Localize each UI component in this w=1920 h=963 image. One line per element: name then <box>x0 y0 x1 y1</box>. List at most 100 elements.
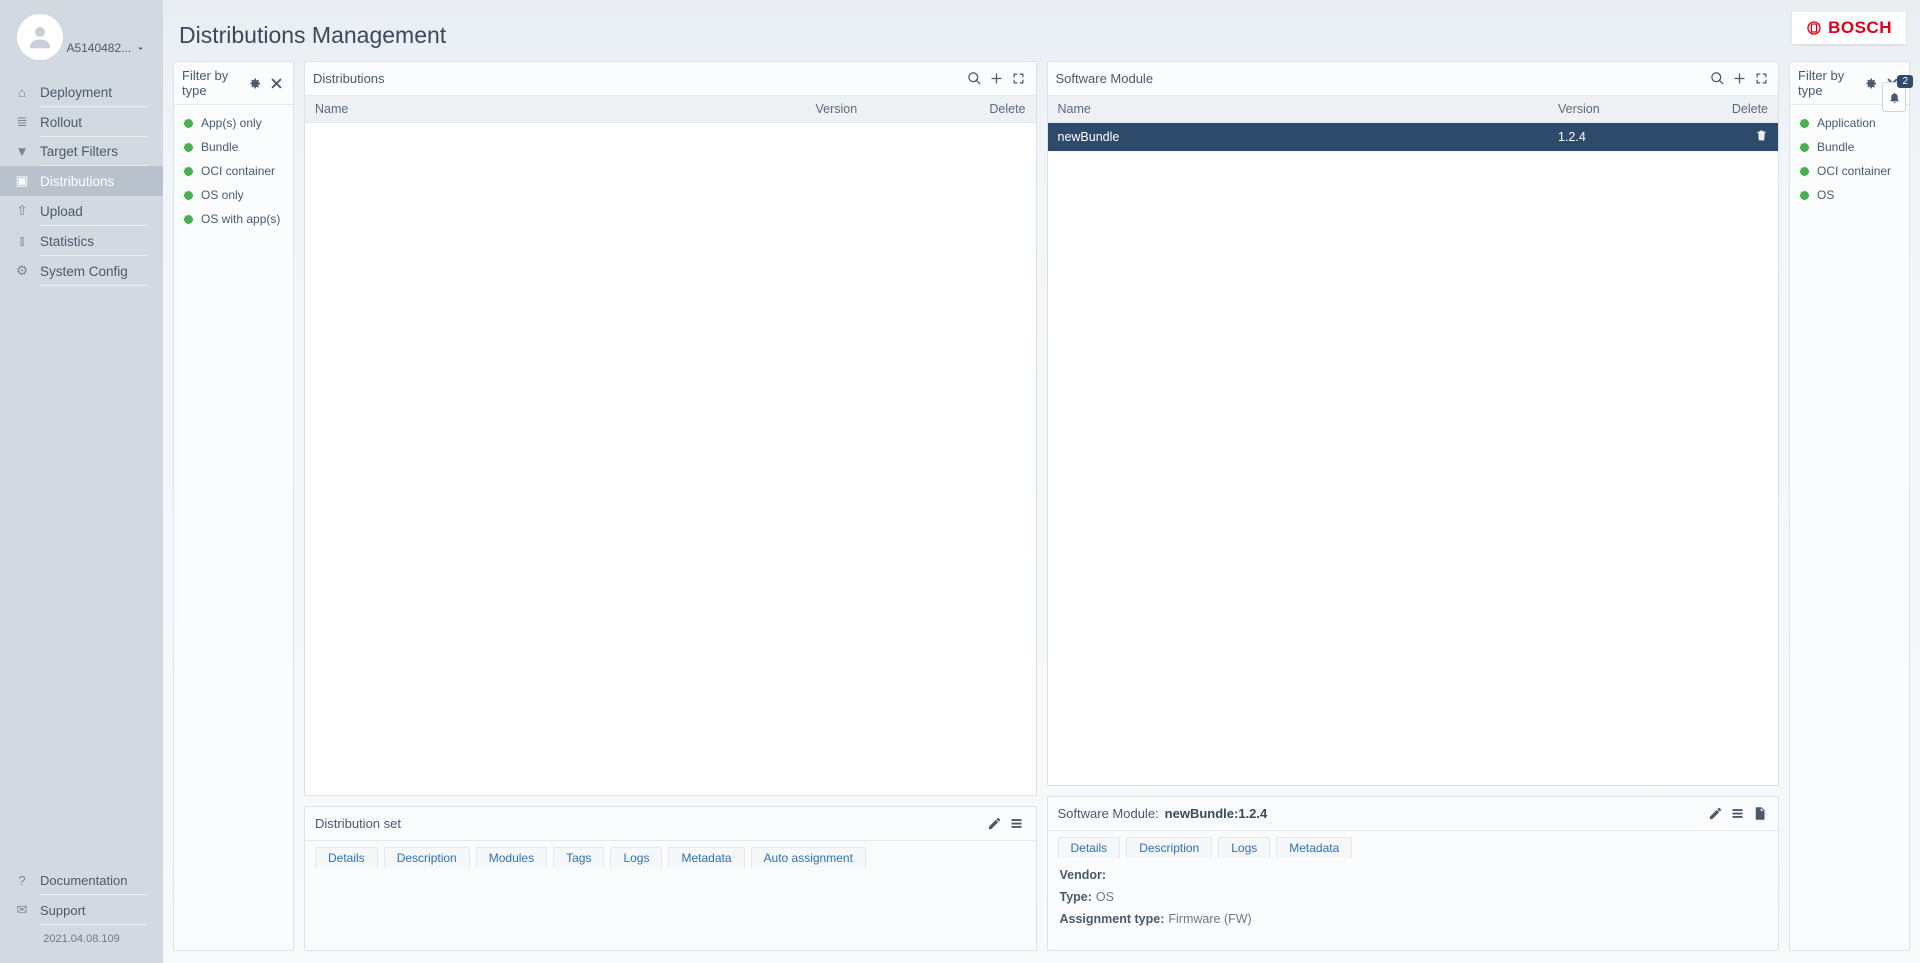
nav-statistics[interactable]: ⫾Statistics <box>0 226 163 256</box>
dist-detail-edit[interactable] <box>986 815 1004 833</box>
bell-icon <box>1888 91 1901 104</box>
filter-item[interactable]: App(s) only <box>174 111 293 135</box>
softmod-expand[interactable] <box>1752 70 1770 88</box>
col-delete: Delete <box>976 96 1036 122</box>
filter-item[interactable]: OS <box>1790 183 1909 207</box>
nav-support[interactable]: ✉Support <box>0 895 163 925</box>
avatar[interactable] <box>17 14 63 60</box>
pencil-icon <box>1708 806 1723 821</box>
col-name[interactable]: Name <box>1048 96 1549 122</box>
filter-item-label: OS only <box>201 188 244 202</box>
tab[interactable]: Modules <box>476 847 547 868</box>
row-name: newBundle <box>1048 124 1549 150</box>
left-filter-panel: Filter by type App(s) only Bundle OCI cont… <box>173 61 294 951</box>
distributions-panel: Distributions Name Version Delete <box>304 61 1037 796</box>
row-version: 1.2.4 <box>1548 124 1718 150</box>
filter-item-label: Bundle <box>1817 140 1854 154</box>
filter-item[interactable]: Bundle <box>1790 135 1909 159</box>
tab[interactable]: Auto assignment <box>751 847 866 868</box>
nav-documentation[interactable]: ?Documentation <box>0 866 163 895</box>
distribution-detail-title: Distribution set <box>315 816 401 831</box>
nav-rollout[interactable]: ≣Rollout <box>0 107 163 137</box>
sm-type-value: OS <box>1096 890 1114 904</box>
row-delete[interactable] <box>1755 129 1768 142</box>
filter-item[interactable]: OS with app(s) <box>174 207 293 231</box>
user-menu[interactable]: A5140482... <box>66 41 146 55</box>
distributions-search[interactable] <box>966 70 984 88</box>
sm-detail-value: newBundle:1.2.4 <box>1165 806 1268 821</box>
software-module-panel: Software Module Name Version Delete newB… <box>1047 61 1780 786</box>
expand-icon <box>1754 71 1769 86</box>
status-dot-icon <box>184 167 193 176</box>
tab[interactable]: Description <box>1126 837 1212 858</box>
doc-icon <box>1752 806 1767 821</box>
notification-count: 2 <box>1897 75 1913 88</box>
filter-item-label: App(s) only <box>201 116 262 130</box>
sm-assign-value: Firmware (FW) <box>1168 912 1251 926</box>
search-icon <box>967 71 982 86</box>
filter-item-label: Bundle <box>201 140 238 154</box>
sm-detail-prefix: Software Module: <box>1058 806 1159 821</box>
sm-detail-edit[interactable] <box>1706 805 1724 823</box>
filter-item[interactable]: OS only <box>174 183 293 207</box>
table-row[interactable]: newBundle1.2.4 <box>1048 123 1779 152</box>
page-title: Distributions Management <box>179 22 1910 49</box>
software-module-detail-panel: Software Module: newBundle:1.2.4 Details… <box>1047 796 1780 951</box>
status-dot-icon <box>1800 191 1809 200</box>
col-delete: Delete <box>1718 96 1778 122</box>
list-icon <box>1730 806 1745 821</box>
softmod-search[interactable] <box>1708 70 1726 88</box>
filter-item-label: OS <box>1817 188 1834 202</box>
status-dot-icon <box>184 143 193 152</box>
nav-upload[interactable]: ⇧Upload <box>0 196 163 226</box>
main-content: BOSCH 2 Distributions Management Filter … <box>163 0 1920 963</box>
left-filter-settings[interactable] <box>245 74 263 92</box>
tab[interactable]: Tags <box>553 847 604 868</box>
tab[interactable]: Details <box>1058 837 1121 858</box>
filter-item[interactable]: Application <box>1790 111 1909 135</box>
nav-distributions[interactable]: ▣Distributions <box>0 166 163 196</box>
status-dot-icon <box>1800 143 1809 152</box>
filter-item-label: OS with app(s) <box>201 212 280 226</box>
filter-item-label: OCI container <box>201 164 275 178</box>
filter-item[interactable]: Bundle <box>174 135 293 159</box>
distributions-add[interactable] <box>988 70 1006 88</box>
distributions-title: Distributions <box>313 71 385 86</box>
filter-item-label: Application <box>1817 116 1876 130</box>
brand-logo: BOSCH <box>1792 12 1906 44</box>
sm-detail-list[interactable] <box>1728 805 1746 823</box>
version-label: 2021.04.08.109 <box>0 925 163 957</box>
softmod-add[interactable] <box>1730 70 1748 88</box>
tab[interactable]: Description <box>384 847 470 868</box>
filter-item-label: OCI container <box>1817 164 1891 178</box>
dist-detail-list[interactable] <box>1008 815 1026 833</box>
col-version[interactable]: Version <box>1548 96 1718 122</box>
filter-item[interactable]: OCI container <box>174 159 293 183</box>
tab[interactable]: Metadata <box>1276 837 1352 858</box>
status-dot-icon <box>184 215 193 224</box>
nav-target-filters[interactable]: ▼Target Filters <box>0 137 163 166</box>
sm-detail-doc[interactable] <box>1750 805 1768 823</box>
tab[interactable]: Logs <box>1218 837 1270 858</box>
tab[interactable]: Metadata <box>668 847 744 868</box>
plus-icon <box>1732 71 1747 86</box>
col-version[interactable]: Version <box>806 96 976 122</box>
distribution-detail-panel: Distribution set Details Description Modul… <box>304 806 1037 951</box>
expand-icon <box>1011 71 1026 86</box>
software-module-title: Software Module <box>1056 71 1154 86</box>
distributions-expand[interactable] <box>1010 70 1028 88</box>
nav-system-config[interactable]: ⚙System Config <box>0 256 163 286</box>
chevron-down-icon <box>135 43 146 54</box>
trash-icon <box>1755 129 1768 142</box>
filter-item[interactable]: OCI container <box>1790 159 1909 183</box>
left-filter-close[interactable] <box>267 74 285 92</box>
col-name[interactable]: Name <box>305 96 806 122</box>
plus-icon <box>989 71 1004 86</box>
notifications-button[interactable]: 2 <box>1882 82 1906 112</box>
list-icon <box>1009 816 1024 831</box>
left-filter-title: Filter by type <box>182 68 245 98</box>
tab[interactable]: Logs <box>610 847 662 868</box>
tab[interactable]: Details <box>315 847 378 868</box>
nav-deployment[interactable]: ⌂Deployment <box>0 78 163 107</box>
gear-icon <box>247 76 262 91</box>
